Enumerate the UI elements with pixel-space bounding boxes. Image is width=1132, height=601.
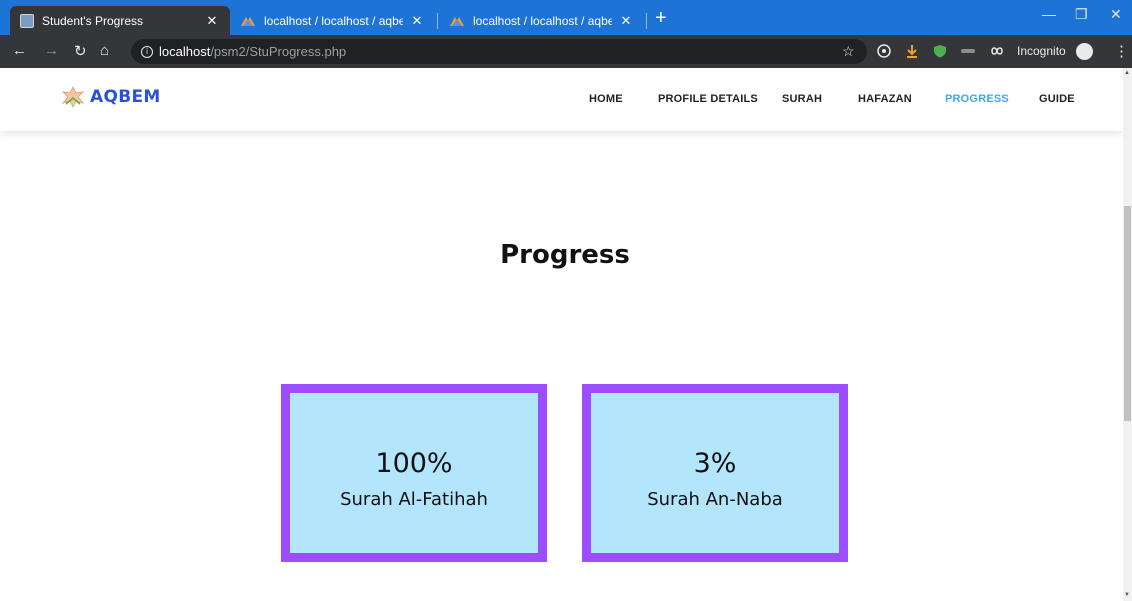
tab-title: localhost / localhost / aqbem / su [473, 13, 612, 28]
close-window-button[interactable]: ✕ [1110, 6, 1122, 23]
incognito-label: Incognito [1017, 44, 1066, 58]
quran-logo-icon [61, 86, 85, 108]
minimize-button[interactable]: — [1042, 6, 1056, 22]
tab-close-icon[interactable]: ✕ [618, 13, 634, 29]
phpmyadmin-favicon-icon [241, 16, 255, 26]
address-bar[interactable]: i localhost/psm2/StuProgress.php [131, 39, 867, 64]
progress-percent: 100% [375, 448, 453, 479]
page-title: Progress [500, 240, 630, 270]
info-icon[interactable]: i [141, 45, 153, 58]
site-logo[interactable]: AQBEM [60, 84, 161, 110]
nav-progress[interactable]: PROGRESS [945, 93, 1009, 105]
home-icon[interactable]: ⌂ [100, 42, 109, 59]
tab-separator [437, 13, 438, 29]
bookmark-star-icon[interactable]: ☆ [842, 43, 855, 60]
nav-surah[interactable]: SURAH [782, 93, 822, 105]
download-icon[interactable] [905, 44, 919, 58]
nav-profile-details[interactable]: PROFILE DETAILS [658, 93, 758, 105]
extension-icon[interactable] [960, 44, 976, 58]
phpmyadmin-favicon-icon [450, 16, 464, 26]
reload-icon[interactable]: ↻ [74, 42, 87, 60]
tab-close-icon[interactable]: ✕ [409, 13, 425, 29]
page-scrollbar[interactable]: ▲ ▼ [1123, 68, 1132, 601]
page-favicon-icon [20, 13, 34, 28]
restore-button[interactable]: ❐ [1075, 6, 1088, 23]
progress-card[interactable]: 100% Surah Al-Fatihah [281, 384, 547, 562]
back-arrow-icon[interactable]: ← [12, 42, 27, 59]
tab-title: Student's Progress [42, 13, 144, 28]
shield-icon[interactable] [933, 44, 947, 58]
scroll-up-arrow-icon[interactable]: ▲ [1124, 70, 1130, 76]
site-navbar: AQBEM HOME PROFILE DETAILS SURAH HAFAZAN… [0, 68, 1123, 131]
tab-localhost-st[interactable]: localhost / localhost / aqbem / st ✕ [230, 6, 435, 35]
progress-percent: 3% [693, 448, 737, 479]
progress-card[interactable]: 3% Surah An-Naba [582, 384, 848, 562]
nav-guide[interactable]: GUIDE [1039, 93, 1075, 105]
page-viewport: AQBEM HOME PROFILE DETAILS SURAH HAFAZAN… [0, 68, 1123, 601]
extension-puzzle-icon[interactable] [877, 44, 891, 58]
forward-arrow-icon[interactable]: → [44, 42, 59, 59]
nav-home[interactable]: HOME [589, 93, 623, 105]
tab-close-icon[interactable]: ✕ [204, 13, 220, 29]
surah-name: Surah Al-Fatihah [340, 489, 488, 510]
browser-menu-icon[interactable]: ⋮ [1114, 42, 1129, 60]
scrollbar-thumb[interactable] [1124, 206, 1131, 421]
tab-title: localhost / localhost / aqbem / st [264, 13, 403, 28]
tab-separator [646, 13, 647, 29]
browser-titlebar: Student's Progress ✕ localhost / localho… [0, 0, 1132, 35]
nav-hafazan[interactable]: HAFAZAN [858, 93, 912, 105]
logo-text: AQBEM [90, 87, 161, 107]
infinity-icon[interactable] [988, 44, 1006, 58]
url-path: /psm2/StuProgress.php [210, 44, 347, 59]
new-tab-button[interactable]: + [655, 8, 667, 28]
tab-students-progress[interactable]: Student's Progress ✕ [10, 6, 230, 35]
incognito-icon[interactable] [1076, 43, 1093, 60]
browser-toolbar: ← → ↻ ⌂ i localhost/psm2/StuProgress.php… [0, 35, 1132, 68]
scroll-down-arrow-icon[interactable]: ▼ [1124, 592, 1130, 598]
tab-localhost-su[interactable]: localhost / localhost / aqbem / su ✕ [439, 6, 644, 35]
url-host: localhost [159, 44, 211, 59]
surah-name: Surah An-Naba [647, 489, 783, 510]
